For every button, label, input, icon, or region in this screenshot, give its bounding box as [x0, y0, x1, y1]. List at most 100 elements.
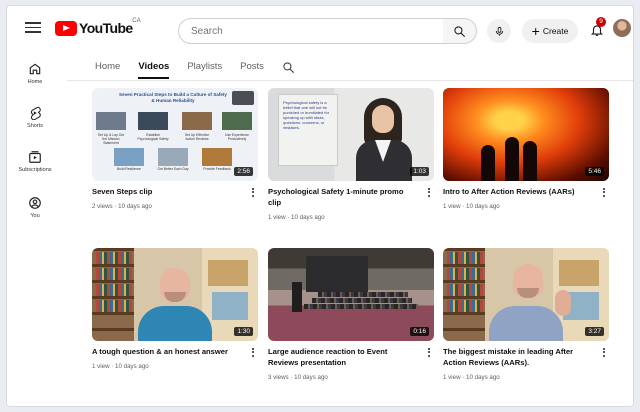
thumbnail-photo	[222, 112, 252, 130]
more-options-icon[interactable]	[426, 347, 432, 359]
sidebar-label-subscriptions: Subscriptions	[18, 167, 52, 173]
video-meta: 1 view · 10 days ago	[443, 203, 500, 210]
firefighter-silhouette	[523, 141, 537, 181]
tab-posts[interactable]: Posts	[240, 57, 264, 76]
bookshelf	[443, 248, 485, 341]
more-options-icon[interactable]	[601, 187, 607, 199]
video-thumbnail[interactable]: 5:46	[443, 88, 609, 181]
thumbnail-photo	[202, 148, 232, 166]
thumbnail-caption: Build Resilience	[116, 167, 142, 171]
books	[447, 268, 483, 280]
microphone-icon	[495, 26, 503, 36]
search-input[interactable]	[179, 19, 443, 43]
thumbnail-caption: Get Better Each Day	[157, 167, 189, 171]
video-title[interactable]: Psychological Safety 1-minute promo clip	[268, 186, 418, 208]
thumbnail-photo	[138, 112, 168, 130]
search-box[interactable]	[178, 18, 444, 44]
create-label: Create	[542, 26, 569, 36]
bookshelf	[92, 248, 134, 341]
video-card[interactable]: 1:30 A tough question & an honest answer…	[92, 248, 258, 370]
account-avatar[interactable]	[613, 19, 631, 37]
firefighter-silhouette	[481, 145, 495, 181]
video-duration: 1:30	[234, 327, 253, 336]
video-card[interactable]: 5:46 Intro to After Action Reviews (AARs…	[443, 88, 609, 210]
sidebar-label-home: Home	[27, 79, 43, 85]
presenter-body	[489, 306, 563, 341]
books	[96, 300, 132, 312]
plus-icon: +	[531, 23, 540, 39]
video-card[interactable]: 0:16 Large audience reaction to Event Re…	[268, 248, 434, 381]
projection-screen	[306, 256, 368, 292]
channel-search-icon[interactable]	[282, 61, 295, 74]
podium	[292, 282, 302, 312]
video-thumbnail[interactable]: Psychological safety is a belief that on…	[268, 88, 434, 181]
thumbnail-photo	[96, 112, 126, 130]
board-text: Psychological safety is a belief that on…	[283, 100, 330, 130]
browser-frame: YouTube CA + Create 9 Home Shorts	[6, 5, 634, 407]
sidebar-item-shorts[interactable]: Shorts	[7, 106, 63, 129]
search-button[interactable]	[443, 18, 477, 44]
thumbnail-photo	[114, 148, 144, 166]
books	[447, 300, 483, 312]
video-title[interactable]: The biggest mistake in leading After Act…	[443, 346, 593, 368]
video-duration: 0:16	[410, 327, 429, 336]
books	[96, 268, 132, 280]
video-title[interactable]: A tough question & an honest answer	[92, 346, 242, 357]
firefighter-silhouette	[505, 137, 519, 181]
video-meta: 3 views · 10 days ago	[268, 374, 328, 381]
tab-home[interactable]: Home	[95, 57, 120, 76]
more-options-icon[interactable]	[601, 347, 607, 359]
more-options-icon[interactable]	[250, 187, 256, 199]
presenter-face	[372, 105, 394, 133]
voice-search-button[interactable]	[487, 19, 511, 43]
video-card[interactable]: Seven Practical Steps to Build a Culture…	[92, 88, 258, 210]
video-meta: 1 view · 10 days ago	[443, 374, 500, 381]
video-thumbnail[interactable]: 3:27	[443, 248, 609, 341]
sidebar-label-shorts: Shorts	[27, 123, 43, 129]
more-options-icon[interactable]	[426, 187, 432, 199]
video-title[interactable]: Large audience reaction to Event Reviews…	[268, 346, 418, 368]
menu-icon[interactable]	[25, 19, 41, 35]
video-thumbnail[interactable]: 1:30	[92, 248, 258, 341]
whiteboard: Psychological safety is a belief that on…	[278, 94, 338, 166]
sidebar-item-you[interactable]: You	[7, 196, 63, 219]
webcam-image	[232, 91, 254, 105]
video-title[interactable]: Seven Steps clip	[92, 186, 242, 197]
thumbnail-caption: Establish Psychological Safety	[137, 133, 169, 141]
video-thumbnail[interactable]: Seven Practical Steps to Build a Culture…	[92, 88, 258, 181]
tab-playlists[interactable]: Playlists	[187, 57, 222, 76]
sidebar-label-you: You	[30, 213, 40, 219]
search-icon	[454, 25, 465, 37]
create-button[interactable]: + Create	[522, 19, 578, 43]
video-title[interactable]: Intro to After Action Reviews (AARs)	[443, 186, 593, 197]
more-options-icon[interactable]	[250, 347, 256, 359]
video-card[interactable]: 3:27 The biggest mistake in leading Afte…	[443, 248, 609, 381]
logo-country-code: CA	[132, 18, 141, 24]
thumbnail-caption: Use Experience Productively	[225, 133, 249, 141]
books	[447, 252, 483, 264]
audience-row	[312, 298, 412, 303]
audience-row	[318, 292, 408, 297]
video-meta: 1 view · 10 days ago	[268, 214, 325, 221]
video-meta: 2 views · 10 days ago	[92, 203, 152, 210]
sidebar-item-home[interactable]: Home	[7, 62, 63, 85]
shorts-icon	[30, 106, 41, 120]
tabs-divider	[67, 80, 633, 81]
logo-text: YouTube	[79, 20, 133, 36]
you-icon	[29, 197, 41, 209]
thumbnail-header-text: Seven Practical Steps to Build a Culture…	[119, 92, 227, 103]
video-duration: 3:27	[585, 327, 604, 336]
presenter-hand	[555, 290, 571, 316]
video-card[interactable]: Psychological safety is a belief that on…	[268, 88, 434, 221]
subscriptions-icon	[29, 151, 41, 163]
tab-videos[interactable]: Videos	[138, 57, 169, 79]
thumbnail-photo	[158, 148, 188, 166]
presenter-body	[138, 306, 212, 341]
sidebar-item-subscriptions[interactable]: Subscriptions	[7, 150, 63, 173]
books	[96, 252, 132, 264]
home-icon	[29, 63, 41, 75]
thumbnail-caption: Provide Feedback	[203, 167, 231, 171]
notification-badge: 9	[596, 17, 606, 27]
youtube-logo[interactable]: YouTube CA	[55, 18, 141, 36]
video-thumbnail[interactable]: 0:16	[268, 248, 434, 341]
